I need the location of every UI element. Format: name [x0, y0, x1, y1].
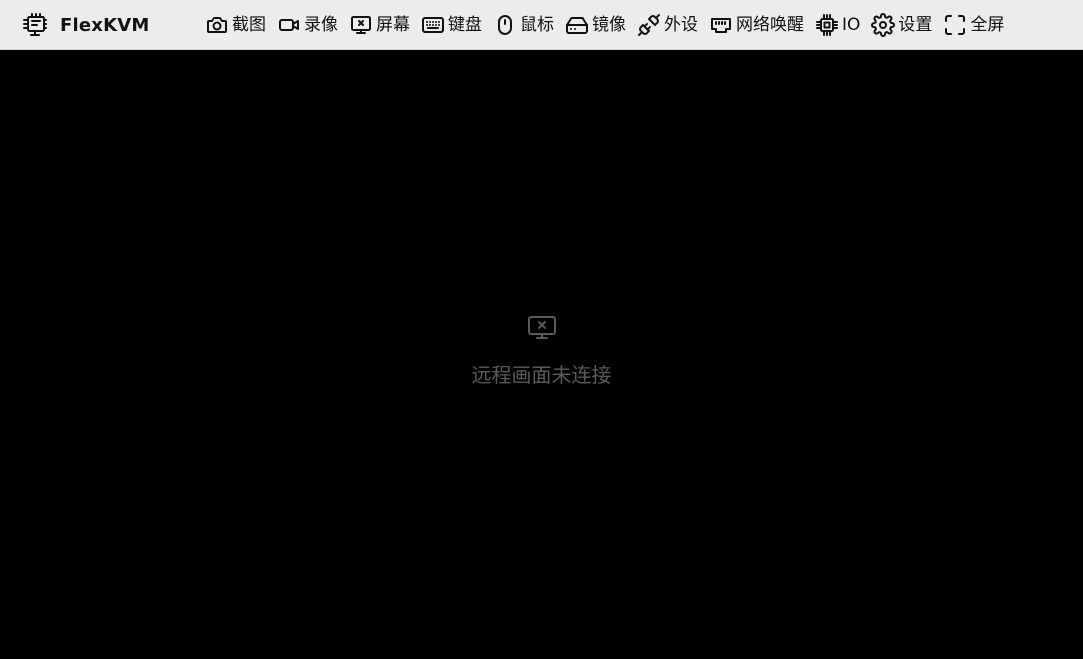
io-button[interactable]: IO: [815, 13, 860, 37]
fullscreen-button[interactable]: 全屏: [943, 13, 1004, 37]
peripheral-button[interactable]: 外设: [637, 13, 698, 37]
video-icon: [277, 13, 301, 37]
io-label: IO: [842, 15, 861, 35]
brand: FlexKVM: [22, 12, 149, 38]
keyboard-label: 键盘: [448, 15, 482, 35]
plug-icon: [637, 13, 661, 37]
screenshot-button[interactable]: 截图: [205, 13, 266, 37]
toolbar-actions: 截图 录像 屏幕 键盘 鼠标 镜像 外设 网络唤醒 IO 设置 全屏: [205, 13, 1004, 37]
remote-screen[interactable]: 远程画面未连接: [0, 50, 1083, 659]
connection-status-text: 远程画面未连接: [471, 363, 612, 387]
fullscreen-label: 全屏: [970, 15, 1005, 35]
fullscreen-icon: [943, 13, 967, 37]
top-toolbar: FlexKVM 截图 录像 屏幕 键盘 鼠标 镜像 外设 网络唤醒 IO 设置 …: [0, 0, 1083, 50]
disk-drive-icon: [565, 13, 589, 37]
mirror-button[interactable]: 镜像: [565, 13, 626, 37]
chip-screen-icon: [22, 12, 48, 38]
camera-icon: [205, 13, 229, 37]
disconnected-placeholder: 远程画面未连接: [0, 312, 1083, 388]
mouse-icon: [493, 13, 517, 37]
wake-on-lan-button[interactable]: 网络唤醒: [709, 13, 804, 37]
keyboard-button[interactable]: 键盘: [421, 13, 482, 37]
record-button[interactable]: 录像: [277, 13, 338, 37]
monitor-x-icon: [349, 13, 373, 37]
mouse-button[interactable]: 鼠标: [493, 13, 554, 37]
screen-label: 屏幕: [376, 15, 410, 35]
monitor-x-icon: [526, 312, 558, 344]
peripheral-label: 外设: [664, 15, 698, 35]
gear-icon: [871, 13, 896, 37]
settings-label: 设置: [898, 15, 933, 35]
ethernet-icon: [709, 13, 733, 37]
cpu-icon: [815, 13, 839, 37]
mouse-label: 鼠标: [520, 15, 554, 35]
screen-button[interactable]: 屏幕: [349, 13, 410, 37]
settings-button[interactable]: 设置: [871, 13, 932, 37]
app-title: FlexKVM: [60, 14, 150, 36]
screenshot-label: 截图: [232, 15, 266, 35]
keyboard-icon: [421, 13, 445, 37]
kvm-app: FlexKVM 截图 录像 屏幕 键盘 鼠标 镜像 外设 网络唤醒 IO 设置 …: [0, 0, 1083, 659]
record-label: 录像: [304, 15, 338, 35]
wake-on-lan-label: 网络唤醒: [736, 15, 804, 35]
mirror-label: 镜像: [592, 15, 626, 35]
